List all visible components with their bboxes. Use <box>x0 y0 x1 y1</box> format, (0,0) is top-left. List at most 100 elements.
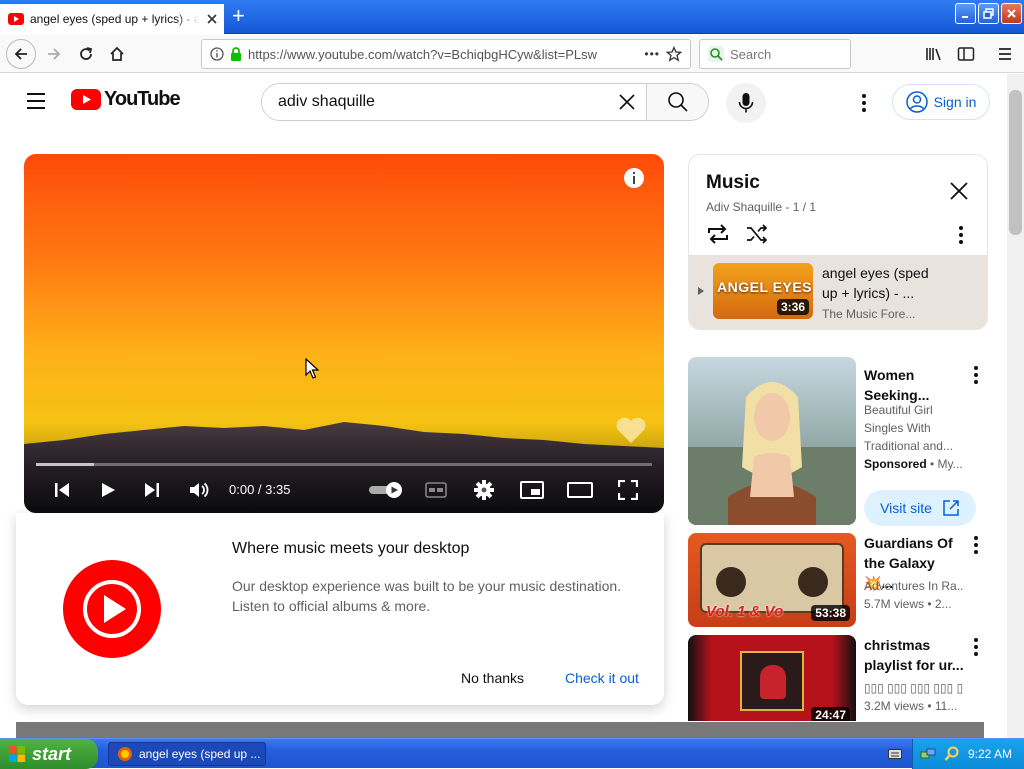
page-scrollbar[interactable] <box>1007 74 1024 738</box>
lock-icon[interactable] <box>230 47 242 61</box>
start-button[interactable]: start <box>0 739 98 769</box>
time-display: 0:00 / 3:35 <box>229 482 291 497</box>
recommended-video[interactable]: 24:47 christmas playlist for ur... ▯▯▯ ▯… <box>688 635 988 721</box>
home-icon <box>110 46 124 61</box>
library-icon <box>926 48 941 61</box>
close-playlist-button[interactable] <box>949 181 969 201</box>
tab-title: angel eyes (sped up + lyrics) - adiv sha… <box>30 12 200 26</box>
playlist-more-button[interactable] <box>957 225 965 245</box>
playlist-item-title[interactable]: angel eyes (sped up + lyrics) - ... <box>822 263 942 303</box>
video-duration: 24:47 <box>811 707 850 721</box>
new-tab-button[interactable]: + <box>232 5 245 27</box>
subtitles-button[interactable] <box>422 476 450 504</box>
playlist-item[interactable]: ANGEL EYES 3:36 angel eyes (sped up + ly… <box>689 255 987 329</box>
search-tray-icon[interactable] <box>944 746 960 762</box>
voice-search-button[interactable] <box>726 83 766 123</box>
video-title[interactable]: christmas playlist for ur... <box>864 635 964 675</box>
previous-button[interactable] <box>48 476 76 504</box>
sidebar-toggle-button[interactable] <box>952 40 980 68</box>
keyboard-tray-icon[interactable] <box>888 748 902 760</box>
video-thumbnail[interactable]: 24:47 <box>688 635 856 721</box>
mute-button[interactable] <box>185 476 213 504</box>
progress-bar[interactable] <box>36 463 652 466</box>
search-icon <box>667 92 688 112</box>
autoplay-toggle[interactable] <box>366 476 406 504</box>
clear-search-button[interactable] <box>608 84 646 120</box>
loop-playlist-button[interactable] <box>706 223 730 245</box>
windows-taskbar: start angel eyes (sped up ... 9:22 AM <box>0 738 1024 769</box>
library-button[interactable] <box>920 40 948 68</box>
browser-tab[interactable]: angel eyes (sped up + lyrics) - adiv sha… <box>0 2 224 34</box>
taskbar-window-label: angel eyes (sped up ... <box>139 747 261 761</box>
youtube-logo[interactable]: YouTube <box>71 88 181 111</box>
close-tab-icon[interactable] <box>206 13 218 25</box>
playlist-subtitle: Adiv Shaquille - 1 / 1 <box>706 200 817 214</box>
video-more-button[interactable] <box>972 535 980 555</box>
playlist-panel: Music Adiv Shaquille - 1 / 1 ANGEL EYES … <box>688 154 988 330</box>
browser-search-field[interactable]: Search <box>699 39 851 69</box>
forward-arrow-icon <box>48 48 61 60</box>
check-it-out-button[interactable]: Check it out <box>565 670 639 686</box>
search-button[interactable] <box>646 84 708 120</box>
account-icon <box>905 91 928 113</box>
ad-more-button[interactable] <box>972 365 980 385</box>
video-more-button[interactable] <box>972 637 980 657</box>
play-button[interactable] <box>94 476 122 504</box>
next-button[interactable] <box>138 476 166 504</box>
menu-icon <box>27 93 45 109</box>
address-bar[interactable]: https://www.youtube.com/watch?v=BchiqbgH… <box>201 39 691 69</box>
playlist-item-channel[interactable]: The Music Fore... <box>822 307 915 321</box>
sponsored-ad-card: Women Seeking... Beautiful Girl Singles … <box>688 357 988 527</box>
url-text[interactable]: https://www.youtube.com/watch?v=BchiqbgH… <box>248 47 638 62</box>
theater-mode-button[interactable] <box>566 476 594 504</box>
home-button[interactable] <box>103 40 131 68</box>
playlist-title[interactable]: Music <box>706 172 760 194</box>
youtube-search-box[interactable] <box>261 83 709 121</box>
external-link-icon <box>943 500 959 516</box>
gear-icon <box>474 480 494 500</box>
settings-more-button[interactable] <box>860 93 868 113</box>
taskbar-window-button[interactable]: angel eyes (sped up ... <box>108 742 266 766</box>
video-player[interactable]: 0:00 / 3:35 <box>24 154 664 513</box>
promo-heading: Where music meets your desktop <box>232 540 470 557</box>
buffered-bar <box>36 463 94 466</box>
info-icon[interactable] <box>210 47 224 61</box>
video-channel[interactable]: ▯▯▯ ▯▯▯ ▯▯▯ ▯▯▯ ▯▯▯ <box>864 679 964 697</box>
reload-button[interactable] <box>72 40 100 68</box>
youtube-guide-button[interactable] <box>24 91 48 111</box>
ad-woman-image <box>688 382 856 525</box>
minimize-window-button[interactable] <box>955 3 976 24</box>
app-menu-button[interactable] <box>991 40 1019 68</box>
visit-site-button[interactable]: Visit site <box>864 490 976 526</box>
scrollbar-thumb[interactable] <box>1009 90 1022 235</box>
back-button[interactable] <box>6 39 36 69</box>
captions-icon <box>425 482 447 498</box>
recommended-video[interactable]: Vol. 1 & Vo 53:38 Guardians Of the Galax… <box>688 533 988 627</box>
ad-thumbnail[interactable] <box>688 357 856 525</box>
theater-mode-icon <box>567 482 593 498</box>
video-thumbnail[interactable]: Vol. 1 & Vo 53:38 <box>688 533 856 627</box>
windows-logo-icon <box>9 746 25 762</box>
youtube-search-input[interactable] <box>262 84 608 120</box>
page-actions-menu-icon[interactable]: ••• <box>644 47 660 61</box>
playlist-item-thumbnail[interactable]: ANGEL EYES 3:36 <box>713 263 813 319</box>
miniplayer-button[interactable] <box>518 476 546 504</box>
video-info-button[interactable] <box>624 168 644 188</box>
video-channel[interactable]: Adventures In Ra... <box>864 577 964 595</box>
system-tray: 9:22 AM <box>912 739 1024 769</box>
bookmark-star-icon[interactable] <box>666 46 682 62</box>
settings-button[interactable] <box>470 476 498 504</box>
sign-in-button[interactable]: Sign in <box>892 84 990 120</box>
fullscreen-button[interactable] <box>614 476 642 504</box>
page-horizontal-bar <box>16 722 984 738</box>
network-tray-icon[interactable] <box>920 746 936 762</box>
shuffle-playlist-button[interactable] <box>745 224 769 244</box>
restore-window-button[interactable] <box>978 3 999 24</box>
close-window-button[interactable] <box>1001 3 1022 24</box>
ad-description: Beautiful Girl Singles With Traditional … <box>864 403 953 453</box>
forward-button[interactable] <box>40 40 68 68</box>
no-thanks-button[interactable]: No thanks <box>461 670 524 686</box>
youtube-favicon-icon <box>8 13 24 25</box>
ad-title[interactable]: Women Seeking... <box>864 365 964 405</box>
sidebar-icon <box>957 47 975 61</box>
